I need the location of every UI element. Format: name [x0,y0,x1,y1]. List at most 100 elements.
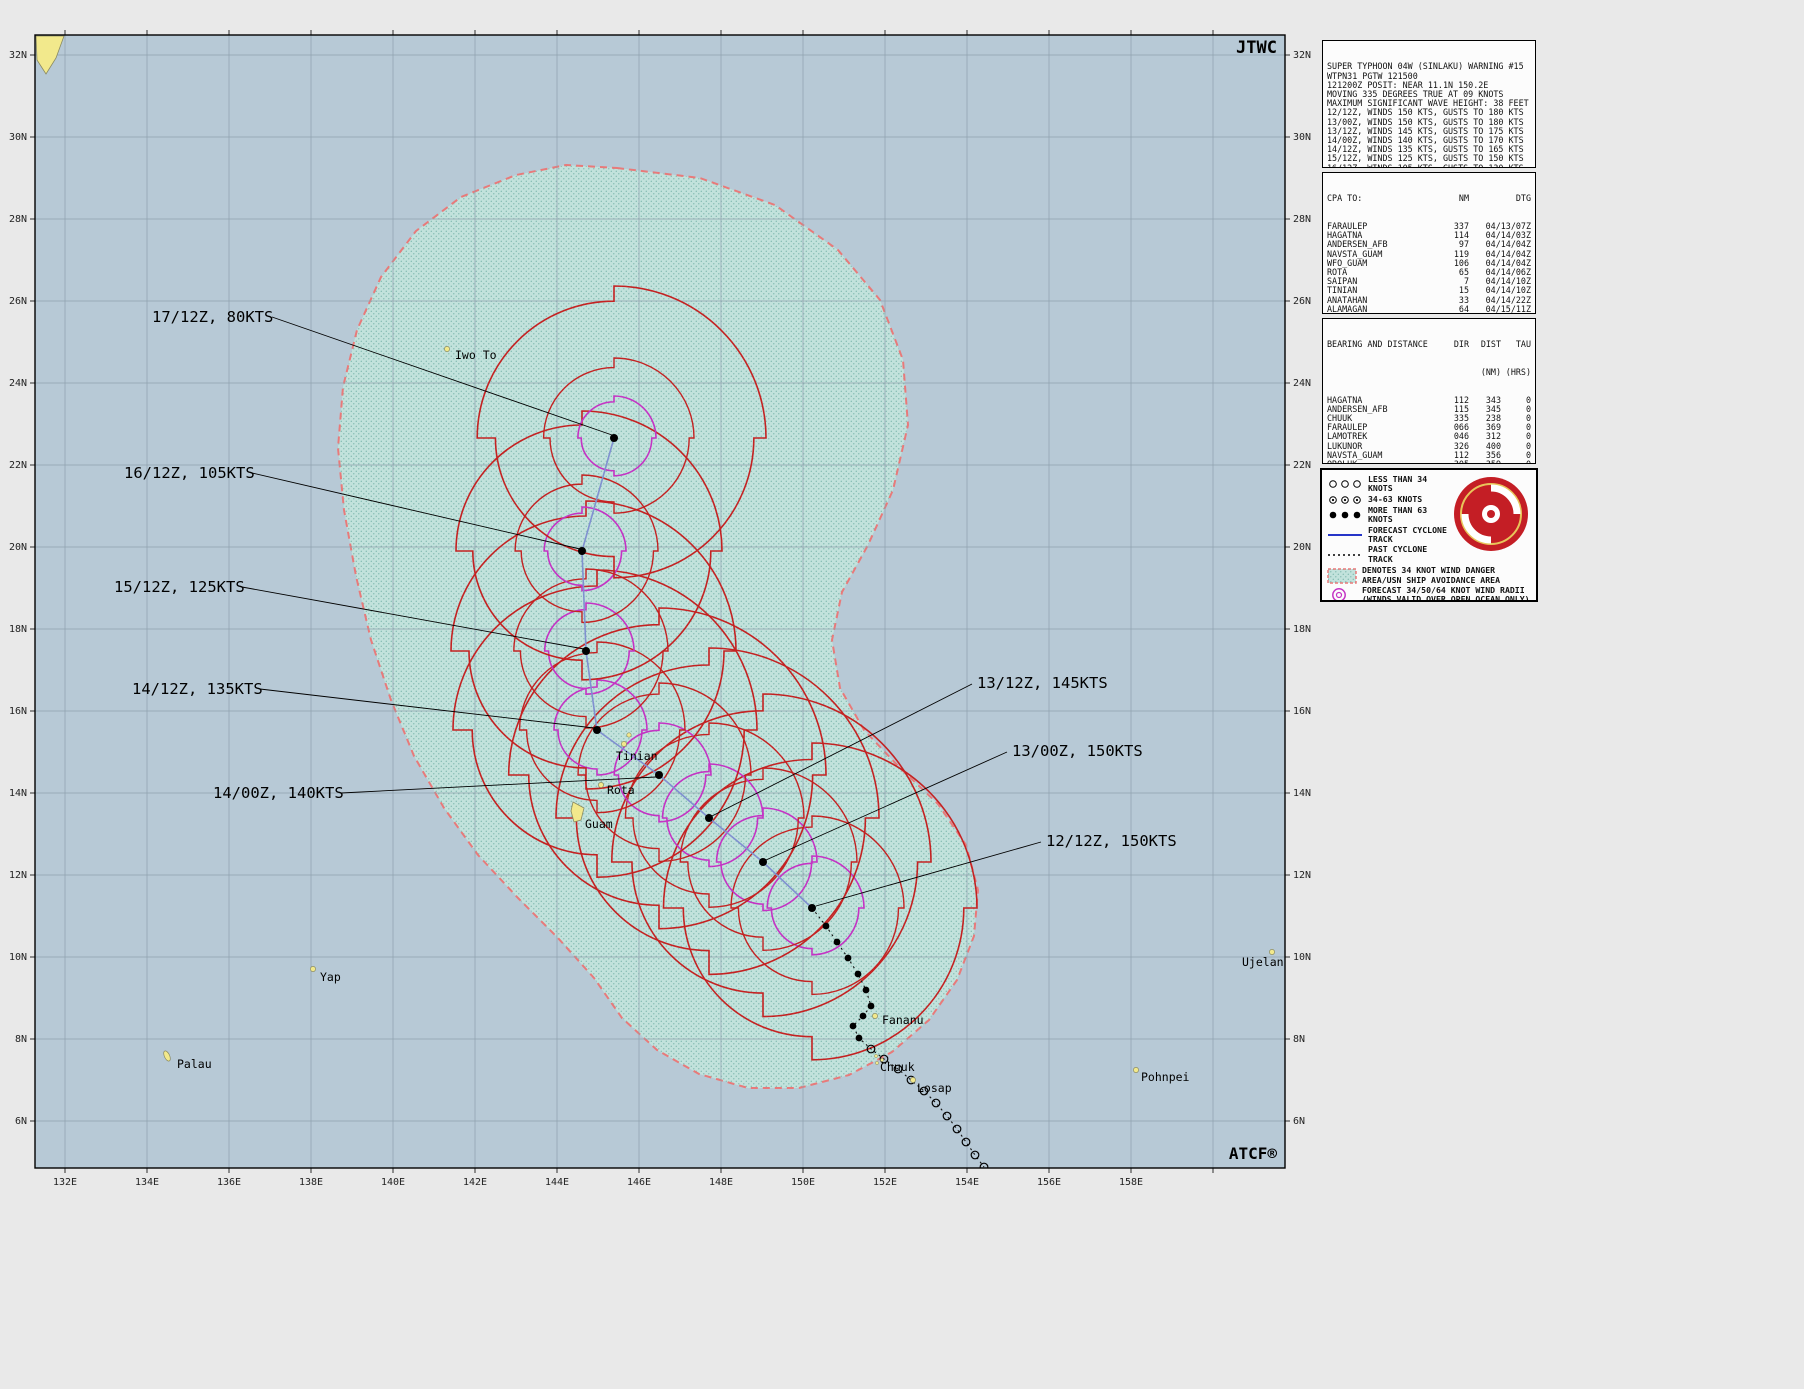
blue-line-icon [1327,530,1363,540]
place-marker [444,346,449,351]
cpa-panel: CPA TO: NM DTG FARAULEP33704/13/07ZHAGAT… [1322,172,1536,314]
place-label: Yap [320,970,341,984]
place-marker [1133,1067,1138,1072]
lat-label: 32N [9,50,27,61]
place-label: Rota [607,783,635,797]
bearing-header: BEARING AND DISTANCE DIR DIST TAU [1327,340,1531,349]
cpa-col-dtg: DTG [1469,194,1531,203]
lon-label: 144E [545,1177,569,1188]
lat-label: 22N [9,460,27,471]
lat-label: 18N [9,624,27,635]
filled-circles-icon [1327,510,1363,520]
atcf-warning-graphic: { "brand": {"top_right": "JTWC", "bottom… [0,0,1804,1389]
place-marker [874,1054,877,1057]
wind-radii-icon [1327,587,1357,602]
lat-label: 26N [1293,296,1311,307]
forecast-position-dot [582,647,590,655]
lat-label: 30N [1293,132,1311,143]
place-marker [621,741,626,746]
dotted-circles-icon [1327,495,1363,505]
warning-line: 16/12Z, WINDS 105 KTS, GUSTS TO 130 KTS [1327,164,1531,168]
forecast-callout-label: 14/00Z, 140KTS [213,784,344,802]
lon-label: 152E [873,1177,897,1188]
warning-panel: SUPER TYPHOON 04W (SINLAKU) WARNING #15W… [1322,40,1536,168]
lon-label: 148E [709,1177,733,1188]
forecast-position-dot [593,726,601,734]
past-fix-over63kt [855,971,862,978]
past-fix-over63kt [860,1013,867,1020]
cpa-header: CPA TO: NM DTG [1327,194,1531,203]
lat-label: 16N [1293,706,1311,717]
forecast-position-dot [705,814,713,822]
legend-item-34-63: 34-63 KNOTS [1327,495,1451,505]
jtwc-label: JTWC [1236,38,1277,58]
islet-marker [627,733,631,737]
forecast-position-dot [808,904,816,912]
forecast-position-dot [578,547,586,555]
place-label: Tinian [616,749,658,763]
lon-label: 142E [463,1177,487,1188]
legend-label: LESS THAN 34 KNOTS [1368,475,1451,494]
legend-label: 34-63 KNOTS [1368,495,1422,504]
bearing-row: OROLUK3053590 [1327,460,1531,464]
lat-label: 14N [9,788,27,799]
place-label: Chuuk [880,1060,915,1074]
warning-lines: SUPER TYPHOON 04W (SINLAKU) WARNING #15W… [1327,62,1531,168]
lat-label: 30N [9,132,27,143]
place-marker [875,1061,878,1064]
lat-label: 32N [1293,50,1311,61]
cpa-rows: FARAULEP33704/13/07ZHAGATNA11404/14/03ZA… [1327,222,1531,314]
lon-label: 140E [381,1177,405,1188]
bearing-panel: BEARING AND DISTANCE DIR DIST TAU (NM) (… [1322,318,1536,464]
bearing-rows: HAGATNA1123430ANDERSEN_AFB1153450CHUUK33… [1327,396,1531,464]
forecast-position-dot [759,858,767,866]
lon-label: 132E [53,1177,77,1188]
legend-panel: LESS THAN 34 KNOTS 34-63 KNOTS MORE THAN… [1320,468,1538,602]
bearing-subheader: (NM) (HRS) [1327,368,1531,377]
place-label: Guam [585,817,613,831]
legend-label: PAST CYCLONE TRACK [1368,545,1451,564]
lon-label: 134E [135,1177,159,1188]
lat-label: 18N [1293,624,1311,635]
legend-item-past-track: PAST CYCLONE TRACK [1327,545,1451,564]
lat-label: 14N [1293,788,1311,799]
forecast-callout-label: 12/12Z, 150KTS [1046,832,1177,850]
legend-label: FORECAST CYCLONE TRACK [1368,526,1451,545]
past-fix-over63kt [863,987,870,994]
lat-label: 6N [1293,1116,1305,1127]
lat-label: 28N [9,214,27,225]
lat-label: 8N [1293,1034,1305,1045]
place-label: Fananu [882,1013,924,1027]
forecast-callout-label: 13/12Z, 145KTS [977,674,1108,692]
place-marker [310,966,315,971]
place-label: Palau [177,1057,212,1071]
lat-label: 12N [9,870,27,881]
lon-label: 146E [627,1177,651,1188]
dotted-line-icon [1327,550,1363,560]
bearing-sub-tau: (HRS) [1501,368,1531,377]
place-label: Pohnpei [1141,1070,1190,1084]
place-marker [910,1077,915,1082]
forecast-callout-label: 14/12Z, 135KTS [132,680,263,698]
place-marker [598,782,603,787]
lat-label: 28N [1293,214,1311,225]
past-fix-over63kt [834,939,841,946]
cpa-col-nm: NM [1435,194,1469,203]
lat-label: 20N [9,542,27,553]
place-label: Losap [917,1081,952,1095]
lon-label: 158E [1119,1177,1143,1188]
past-fix-over63kt [845,955,852,962]
lon-label: 138E [299,1177,323,1188]
lat-label: 20N [1293,542,1311,553]
lat-label: 12N [1293,870,1311,881]
legend-item-wind-radii: FORECAST 34/50/64 KNOT WIND RADII (WINDS… [1327,586,1531,602]
lat-label: 6N [15,1116,27,1127]
legend-item-lt34: LESS THAN 34 KNOTS [1327,475,1451,494]
place-marker [1269,949,1274,954]
lat-label: 16N [9,706,27,717]
bearing-title: BEARING AND DISTANCE [1327,340,1443,349]
past-fix-over63kt [856,1035,863,1042]
cpa-title: CPA TO: [1327,194,1435,203]
bearing-col-dist: DIST [1469,340,1501,349]
forecast-callout-label: 15/12Z, 125KTS [114,578,245,596]
